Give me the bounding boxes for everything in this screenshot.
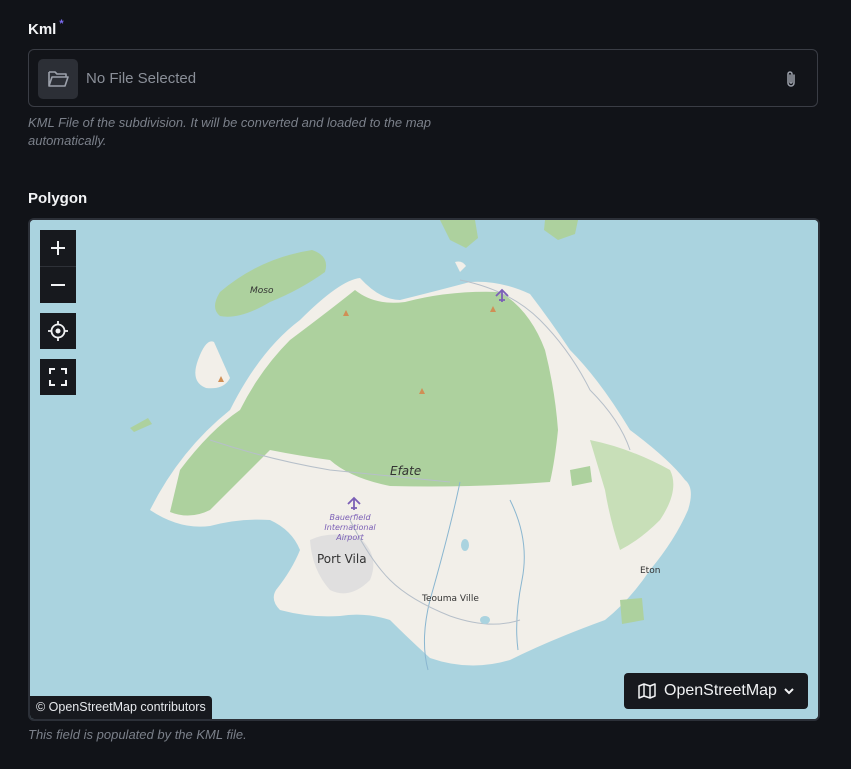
- map-tiles: [30, 220, 818, 719]
- file-placeholder: No File Selected: [86, 70, 197, 87]
- folder-open-icon[interactable]: [38, 59, 78, 99]
- polygon-hint: This field is populated by the KML file.: [28, 727, 247, 742]
- polygon-label: Polygon: [28, 190, 88, 207]
- layer-label: OpenStreetMap: [664, 682, 777, 699]
- plus-icon: [51, 241, 65, 255]
- kml-file-input[interactable]: No File Selected: [28, 49, 818, 107]
- kml-label-text: Kml: [28, 21, 57, 38]
- chevron-down-icon: [784, 688, 794, 695]
- place-efate: Efate: [390, 464, 422, 478]
- locate-button[interactable]: [40, 313, 76, 349]
- crosshair-icon: [48, 321, 68, 341]
- place-port-vila: Port Vila: [317, 552, 367, 566]
- map-icon: [638, 683, 656, 699]
- fullscreen-button[interactable]: [40, 359, 76, 395]
- kml-label: Kml *: [28, 18, 64, 38]
- place-teouma-ville: Teouma Ville: [422, 594, 479, 604]
- place-moso: Moso: [250, 286, 274, 296]
- paperclip-icon[interactable]: [785, 69, 797, 94]
- fullscreen-icon: [49, 368, 67, 386]
- layer-switcher-button[interactable]: OpenStreetMap: [624, 673, 808, 709]
- minus-icon: [51, 284, 65, 286]
- required-mark: *: [59, 18, 64, 30]
- place-airport: Bauerfield International Airport: [324, 513, 376, 542]
- kml-hint: KML File of the subdivision. It will be …: [28, 115, 431, 148]
- place-eton: Eton: [640, 566, 661, 576]
- zoom-in-button[interactable]: [40, 230, 76, 267]
- map-attribution[interactable]: © OpenStreetMap contributors: [30, 696, 212, 719]
- zoom-out-button[interactable]: [40, 267, 76, 303]
- map-view[interactable]: Moso Efate Bauerfield International Airp…: [28, 218, 820, 721]
